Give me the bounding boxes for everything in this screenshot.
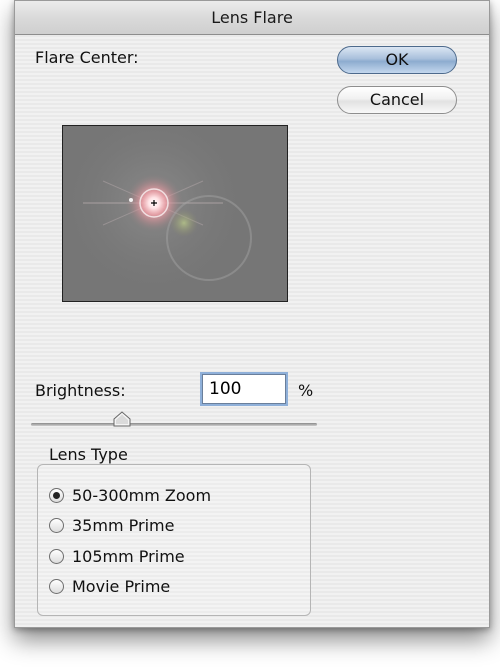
lens-flare-dialog: Lens Flare Flare Center: OK Cancel Brigh… [14, 0, 490, 628]
slider-thumb-icon[interactable] [113, 411, 131, 427]
radio-label: 35mm Prime [72, 515, 175, 535]
radio-lens-105mm-prime[interactable]: 105mm Prime [49, 544, 185, 568]
radio-checked-icon[interactable] [49, 487, 64, 503]
brightness-slider-track[interactable] [31, 423, 317, 426]
flare-center-label: Flare Center: [35, 48, 139, 67]
radio-label: Movie Prime [72, 576, 171, 596]
flare-preview-image [63, 126, 287, 301]
lens-type-label: Lens Type [49, 445, 128, 464]
ok-button[interactable]: OK [337, 46, 457, 74]
brightness-input[interactable] [202, 374, 286, 404]
cancel-button[interactable]: Cancel [337, 86, 457, 114]
radio-lens-35mm-prime[interactable]: 35mm Prime [49, 513, 174, 537]
flare-preview[interactable] [62, 125, 288, 302]
radio-lens-movie-prime[interactable]: Movie Prime [49, 574, 170, 598]
radio-label: 105mm Prime [72, 546, 185, 566]
brightness-label: Brightness: [35, 381, 126, 400]
dialog-title: Lens Flare [15, 1, 489, 35]
brightness-unit: % [298, 381, 314, 400]
radio-unchecked-icon[interactable] [49, 578, 64, 594]
radio-label: 50-300mm Zoom [72, 485, 212, 505]
radio-unchecked-icon[interactable] [49, 517, 64, 533]
radio-lens-50-300mm-zoom[interactable]: 50-300mm Zoom [49, 483, 211, 507]
radio-unchecked-icon[interactable] [49, 548, 64, 564]
